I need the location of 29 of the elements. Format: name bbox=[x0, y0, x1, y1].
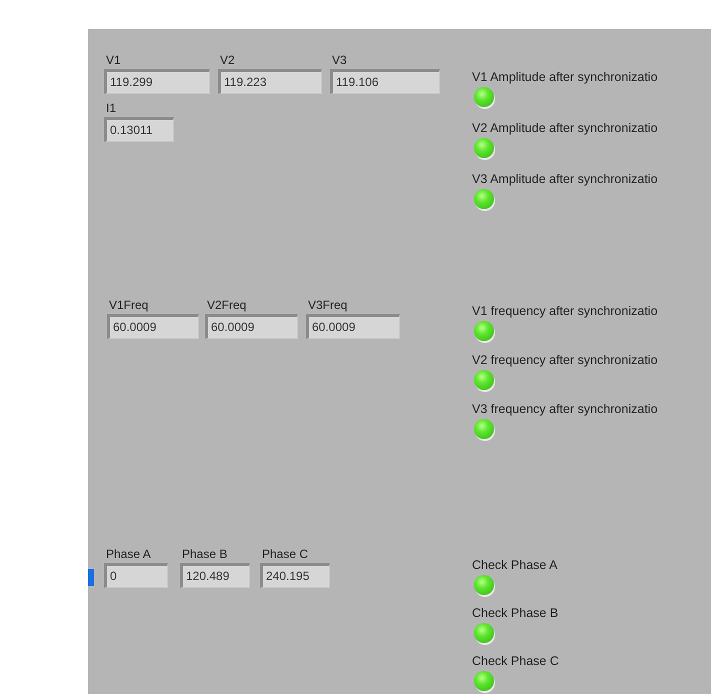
indicator-label: Check Phase C bbox=[472, 653, 559, 669]
field-label: Phase C bbox=[261, 546, 308, 563]
indicator-label: Check Phase B bbox=[472, 605, 558, 621]
field-label: V1 bbox=[105, 52, 121, 69]
indicator-label: Check Phase A bbox=[472, 557, 558, 573]
numeric-indicator[interactable]: 60.0009 bbox=[205, 314, 298, 339]
numeric-indicator[interactable]: 119.106 bbox=[330, 69, 440, 94]
field-label: V2 bbox=[219, 52, 235, 69]
field-label: V2Freq bbox=[206, 297, 246, 314]
numeric-indicator[interactable]: 0.13011 bbox=[104, 117, 174, 142]
numeric-indicator[interactable]: 119.299 bbox=[104, 69, 210, 94]
numeric-indicator[interactable]: 240.195 bbox=[260, 563, 330, 588]
indicator-label: V3 frequency after synchronizatio bbox=[472, 401, 658, 417]
numeric-indicator[interactable]: 119.223 bbox=[218, 69, 322, 94]
field-label: Phase B bbox=[181, 546, 228, 563]
indicator-label: V3 Amplitude after synchronizatio bbox=[472, 171, 658, 187]
indicator-label: V2 frequency after synchronizatio bbox=[472, 352, 658, 368]
numeric-indicator[interactable]: 60.0009 bbox=[306, 314, 400, 339]
indicator-label: V2 Amplitude after synchronizatio bbox=[472, 120, 658, 136]
indicator-label: V1 Amplitude after synchronizatio bbox=[472, 69, 658, 85]
indicator-label: V1 frequency after synchronizatio bbox=[472, 303, 658, 319]
field-label: V3Freq bbox=[307, 297, 348, 314]
field-label: I1 bbox=[105, 100, 116, 117]
field-label: Phase A bbox=[105, 546, 151, 563]
field-label: V1Freq bbox=[108, 297, 148, 314]
numeric-indicator[interactable]: 60.0009 bbox=[107, 314, 199, 339]
field-label: V3 bbox=[331, 52, 347, 69]
numeric-indicator[interactable]: 120.489 bbox=[180, 563, 250, 588]
numeric-indicator[interactable]: 0 bbox=[104, 563, 168, 588]
